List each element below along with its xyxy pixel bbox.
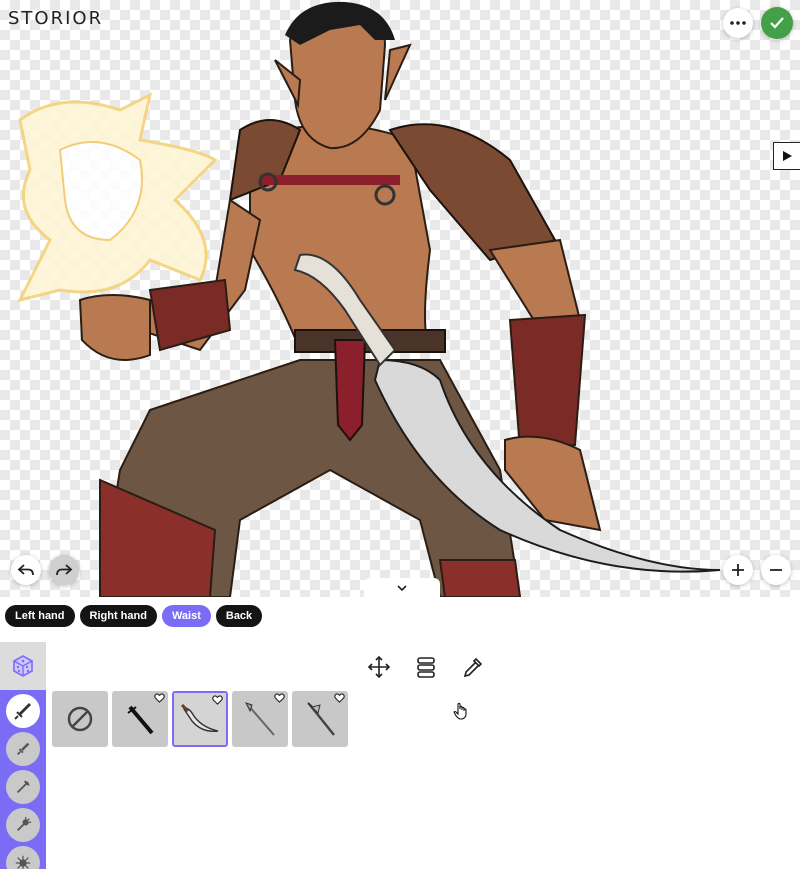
dagger-icon (16, 742, 30, 756)
item-halberd[interactable] (292, 691, 348, 747)
collapse-panel-button[interactable] (364, 578, 440, 597)
category-axe[interactable] (6, 770, 40, 804)
magic-aura (17, 92, 218, 303)
category-morningstar[interactable] (6, 846, 40, 869)
category-dagger[interactable] (6, 732, 40, 766)
heart-icon[interactable] (212, 695, 223, 705)
hand-cursor-icon (453, 702, 467, 720)
item-none[interactable] (52, 691, 108, 747)
weapon-category-rail (0, 690, 46, 869)
item-gallery (52, 691, 348, 747)
move-tool-button[interactable] (366, 654, 391, 679)
storior-logo[interactable]: STORIOR (8, 8, 103, 29)
category-mace[interactable] (6, 808, 40, 842)
more-options-button[interactable] (723, 8, 753, 38)
morningstar-icon (15, 855, 31, 869)
heart-icon[interactable] (334, 693, 345, 703)
black-sword-icon (127, 705, 154, 735)
chevron-down-icon (397, 585, 407, 591)
zoom-in-button[interactable] (723, 555, 753, 585)
tab-back[interactable]: Back (215, 605, 263, 627)
zoom-out-button[interactable] (761, 555, 791, 585)
customization-panel: Left hand Right hand Waist Back (0, 597, 800, 869)
minus-icon (770, 569, 782, 571)
category-sword[interactable] (6, 694, 40, 728)
dice-icon (13, 655, 33, 677)
heart-icon[interactable] (274, 693, 285, 703)
none-icon (67, 706, 93, 732)
heart-icon[interactable] (154, 693, 165, 703)
redo-button[interactable] (49, 555, 79, 585)
tab-right-hand[interactable]: Right hand (79, 605, 157, 627)
check-icon (770, 17, 784, 29)
move-icon (367, 655, 390, 678)
sword-icon (14, 703, 31, 720)
play-icon (783, 151, 792, 161)
plus-icon (732, 564, 744, 576)
spear-icon (245, 702, 275, 736)
redo-icon (56, 564, 73, 576)
curved-scimitar-icon (180, 703, 219, 732)
confirm-button[interactable] (761, 7, 793, 39)
axe-icon (16, 780, 30, 794)
tab-left-hand[interactable]: Left hand (5, 605, 75, 627)
undo-button[interactable] (11, 555, 41, 585)
item-spear[interactable] (232, 691, 288, 747)
equipment-slot-tabs: Left hand Right hand Waist Back (5, 605, 263, 627)
item-black-sword[interactable] (112, 691, 168, 747)
halberd-icon (307, 702, 335, 736)
mace-icon (16, 816, 32, 832)
preview-play-button[interactable] (773, 142, 800, 170)
eyedropper-icon (463, 657, 482, 677)
layers-tool-button[interactable] (413, 654, 438, 679)
edit-toolbar (366, 654, 485, 679)
layers-icon (416, 656, 435, 678)
character-canvas[interactable]: STORIOR (0, 0, 800, 597)
eyedropper-tool-button[interactable] (460, 654, 485, 679)
character-illustration (17, 1, 721, 597)
more-icon (730, 21, 746, 25)
item-curved-scimitar[interactable] (172, 691, 228, 747)
randomize-button[interactable] (0, 642, 46, 690)
tab-waist[interactable]: Waist (161, 605, 211, 627)
undo-icon (17, 564, 34, 576)
